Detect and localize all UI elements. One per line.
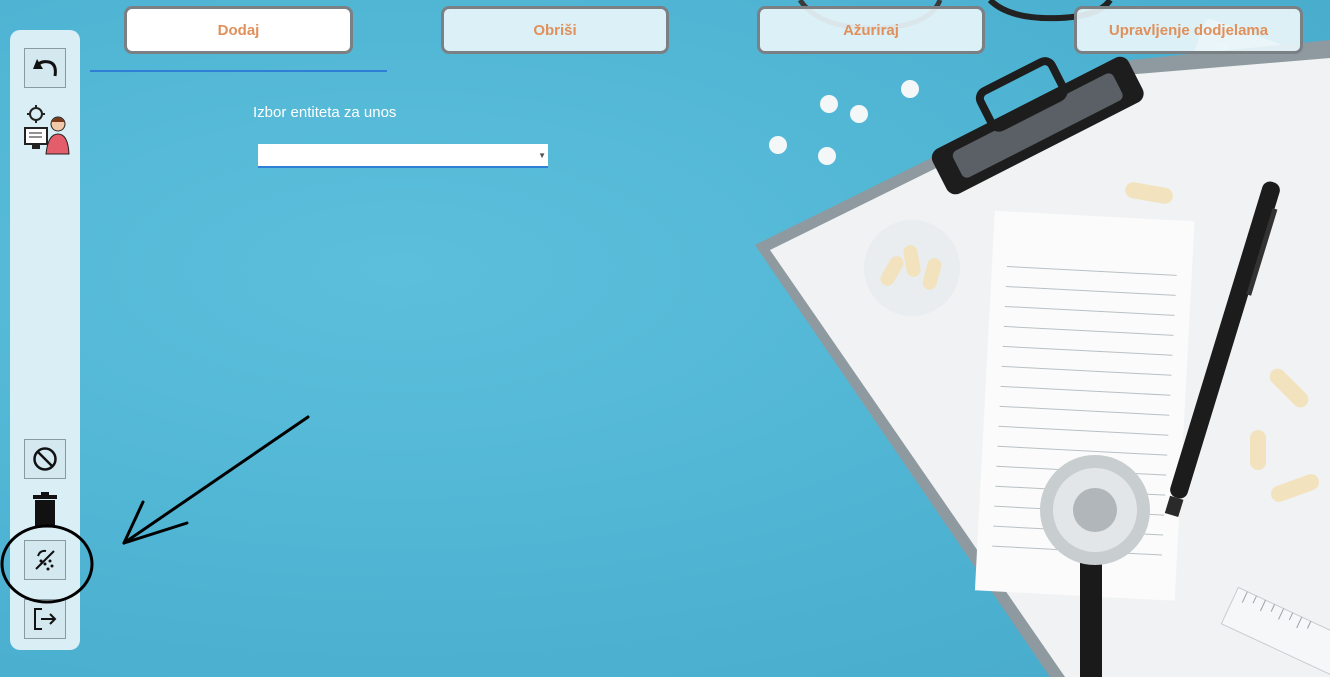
- entity-select-label: Izbor entiteta za unos: [253, 104, 397, 121]
- manage-assignments-button[interactable]: Upravljenje dodjelama: [1074, 6, 1303, 54]
- disable-button[interactable]: [24, 540, 66, 580]
- add-button[interactable]: Dodaj: [124, 6, 353, 54]
- update-button[interactable]: Ažuriraj: [757, 6, 985, 54]
- disable-icon: [35, 549, 55, 571]
- active-tab-underline: [90, 70, 387, 72]
- logout-icon: [34, 608, 57, 630]
- trash-icon: [33, 492, 57, 526]
- delete-tab-button[interactable]: Obriši: [441, 6, 669, 54]
- undo-icon: [33, 59, 57, 77]
- block-button[interactable]: [24, 439, 66, 479]
- undo-button[interactable]: [24, 48, 66, 88]
- annotation-overlay: [0, 415, 310, 604]
- annotation-arrow: [122, 415, 310, 545]
- block-icon: [33, 447, 57, 471]
- chevron-down-icon: ▼: [538, 151, 546, 160]
- entity-select[interactable]: ▼: [258, 144, 548, 168]
- admin-user-icon: [24, 105, 70, 155]
- admin-user-avatar: [22, 104, 70, 158]
- background-illustration: [755, 0, 1330, 677]
- logout-button[interactable]: [24, 599, 66, 639]
- delete-button[interactable]: [24, 489, 66, 529]
